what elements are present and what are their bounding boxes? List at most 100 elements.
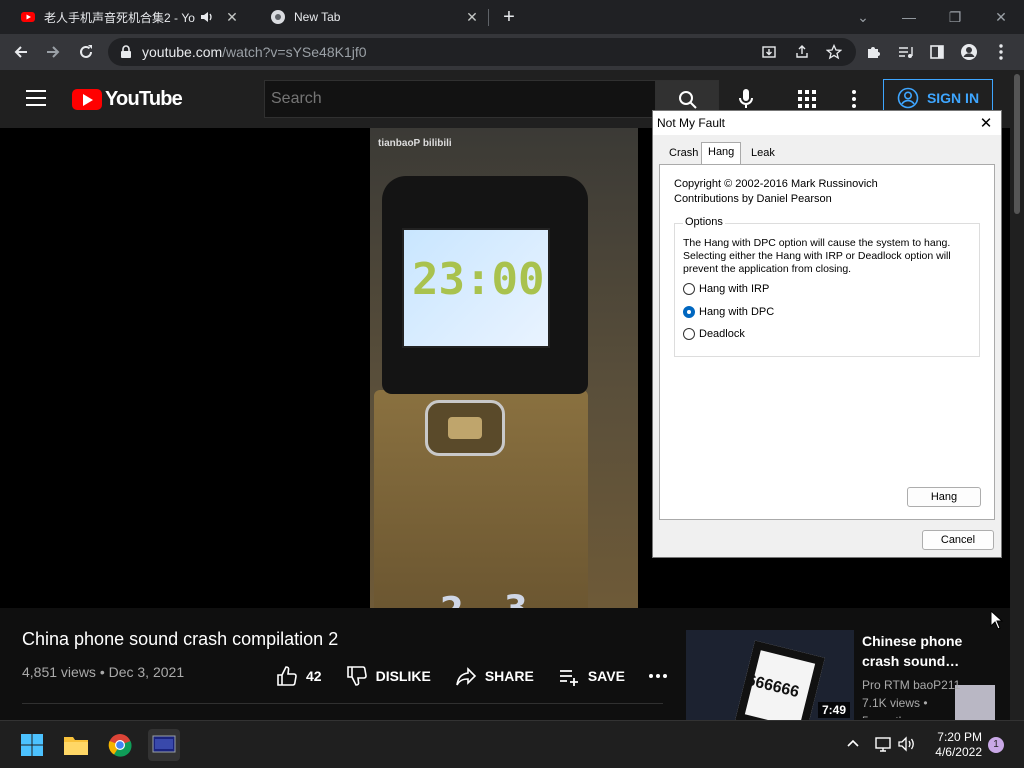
share-label: SHARE bbox=[484, 668, 534, 684]
address-bar[interactable]: youtube.com/watch?v=sYSe48K1jf0 bbox=[108, 38, 856, 66]
related-video-thumbnail[interactable]: 666666 7:49 bbox=[686, 630, 854, 720]
radio-label: Hang with IRP bbox=[699, 283, 770, 295]
video-watermark: tianbaoP bilibili bbox=[378, 138, 452, 149]
network-icon[interactable] bbox=[874, 736, 892, 757]
tab-search-icon[interactable]: ⌄ bbox=[840, 0, 886, 34]
tab-leak[interactable]: Leak bbox=[745, 144, 781, 164]
url-text: youtube.com/watch?v=sYSe48K1jf0 bbox=[142, 44, 367, 60]
channel-watermark-image[interactable] bbox=[955, 685, 995, 725]
dislike-label: DISLIKE bbox=[375, 668, 431, 684]
dialog-titlebar[interactable]: Not My Fault ✕ bbox=[653, 111, 1001, 135]
radio-label: Hang with DPC bbox=[699, 306, 775, 318]
app-window-icon bbox=[152, 735, 176, 753]
options-group: Options The Hang with DPC option will ca… bbox=[674, 216, 980, 357]
chrome-favicon-icon bbox=[271, 10, 285, 24]
minimize-icon[interactable]: — bbox=[886, 0, 932, 34]
media-controls-icon[interactable] bbox=[894, 41, 916, 63]
restore-icon[interactable]: ❐ bbox=[932, 0, 978, 34]
radio-button-icon bbox=[683, 328, 695, 340]
close-icon[interactable]: ✕ bbox=[977, 114, 995, 132]
speaker-icon[interactable] bbox=[200, 10, 214, 24]
radio-hang-with-dpc[interactable]: Hang with DPC bbox=[683, 306, 774, 318]
video-meta: 4,851 views • Dec 3, 2021 bbox=[22, 664, 185, 680]
side-panel-icon[interactable] bbox=[926, 41, 948, 63]
share-arrow-icon bbox=[456, 667, 476, 686]
chrome-menu-icon[interactable] bbox=[990, 41, 1012, 63]
install-icon[interactable] bbox=[758, 41, 780, 63]
notification-badge[interactable]: 1 bbox=[988, 737, 1004, 753]
related-video-title[interactable]: Chinese phone crash sound… bbox=[862, 631, 1002, 671]
tab-new-tab[interactable]: New Tab ✕ bbox=[250, 0, 490, 34]
scrollbar-thumb[interactable] bbox=[1014, 74, 1020, 214]
tab-youtube[interactable]: 老人手机声音死机合集2 - Yo ✕ bbox=[0, 0, 250, 34]
tab-hang[interactable]: Hang bbox=[701, 142, 742, 165]
dialog-title: Not My Fault bbox=[657, 116, 726, 130]
show-hidden-icons-icon[interactable] bbox=[846, 736, 860, 755]
tab-separator bbox=[488, 9, 489, 26]
related-views: 7.1K views • bbox=[862, 696, 928, 710]
profile-icon[interactable] bbox=[958, 41, 980, 63]
more-actions-icon[interactable] bbox=[648, 674, 667, 678]
file-explorer-button[interactable] bbox=[60, 729, 92, 761]
clock-date: 4/6/2022 bbox=[935, 745, 982, 759]
video-frame: tianbaoP bilibili 2 3 5 6 8 9 23:00 bbox=[370, 128, 638, 608]
lock-icon[interactable] bbox=[120, 45, 132, 59]
browser-toolbar: youtube.com/watch?v=sYSe48K1jf0 bbox=[0, 34, 1024, 70]
new-tab-icon[interactable]: + bbox=[498, 6, 520, 28]
related-age: 5 months ago bbox=[862, 712, 960, 718]
dislike-button[interactable]: DISLIKE bbox=[346, 665, 431, 687]
close-tab-icon[interactable]: ✕ bbox=[224, 9, 240, 26]
youtube-play-icon bbox=[72, 89, 102, 110]
volume-icon[interactable] bbox=[898, 736, 916, 757]
page-scrollbar[interactable] bbox=[1010, 70, 1024, 720]
reload-icon[interactable] bbox=[75, 41, 97, 63]
related-channel[interactable]: Pro RTM baoP211 bbox=[862, 676, 960, 694]
system-clock[interactable]: 7:20 PM 4/6/2022 bbox=[928, 730, 982, 760]
share-button[interactable]: SHARE bbox=[455, 665, 534, 687]
share-page-icon[interactable] bbox=[791, 41, 813, 63]
close-tab-icon[interactable]: ✕ bbox=[464, 9, 480, 26]
url-host: youtube.com bbox=[142, 44, 223, 60]
close-window-icon[interactable]: ✕ bbox=[978, 0, 1024, 34]
browser-tab-strip: 老人手机声音死机合集2 - Yo ✕ New Tab ✕ + ⌄ — ❐ ✕ bbox=[0, 0, 1024, 34]
playlist-add-icon bbox=[559, 670, 578, 686]
phone-dpad-image bbox=[425, 400, 505, 456]
clock-time: 7:20 PM bbox=[937, 730, 982, 744]
screen: 老人手机声音死机合集2 - Yo ✕ New Tab ✕ + ⌄ — ❐ ✕ y… bbox=[0, 0, 1024, 768]
tab-title: New Tab bbox=[294, 10, 341, 24]
folder-icon bbox=[64, 737, 88, 755]
back-icon[interactable] bbox=[10, 41, 32, 63]
radio-deadlock[interactable]: Deadlock bbox=[683, 328, 745, 340]
logo-text: YouTube bbox=[105, 88, 183, 110]
tab-crash[interactable]: Crash bbox=[663, 144, 704, 164]
start-button[interactable] bbox=[16, 729, 48, 761]
divider bbox=[22, 703, 663, 704]
chrome-taskbar-button[interactable] bbox=[104, 729, 136, 761]
options-label: Options bbox=[683, 216, 725, 228]
not-my-fault-dialog: Not My Fault ✕ Crash Hang Leak Copyright… bbox=[652, 110, 1002, 558]
radio-button-selected-icon bbox=[683, 306, 695, 318]
notmyfault-taskbar-button[interactable] bbox=[148, 729, 180, 761]
bookmark-star-icon[interactable] bbox=[823, 41, 845, 63]
contributions-line: Contributions by Daniel Pearson bbox=[674, 193, 832, 205]
cancel-button[interactable]: Cancel bbox=[922, 530, 994, 550]
radio-label: Deadlock bbox=[699, 328, 745, 340]
menu-icon[interactable] bbox=[26, 90, 46, 106]
forward-icon[interactable] bbox=[42, 41, 64, 63]
extensions-icon[interactable] bbox=[862, 41, 884, 63]
account-circle-icon bbox=[897, 87, 919, 109]
search-icon bbox=[679, 91, 697, 109]
windows-taskbar: 7:20 PM 4/6/2022 1 bbox=[0, 720, 1024, 768]
tab-title: 老人手机声音死机合集2 - Yo bbox=[44, 10, 195, 25]
search-input[interactable] bbox=[264, 80, 656, 118]
related-video-meta: Pro RTM baoP211 7.1K views • 5 months ag… bbox=[862, 676, 960, 718]
thumb-down-icon bbox=[346, 666, 367, 686]
save-button[interactable]: SAVE bbox=[558, 665, 625, 687]
hang-button[interactable]: Hang bbox=[907, 487, 981, 507]
thumb-up-icon bbox=[277, 666, 297, 686]
radio-hang-with-irp[interactable]: Hang with IRP bbox=[683, 283, 769, 295]
video-actions: 42 DISLIKE SHARE SAVE bbox=[276, 664, 691, 688]
youtube-logo[interactable]: YouTube bbox=[72, 88, 183, 111]
sign-in-label: SIGN IN bbox=[926, 90, 980, 106]
like-button[interactable]: 42 bbox=[276, 665, 322, 687]
